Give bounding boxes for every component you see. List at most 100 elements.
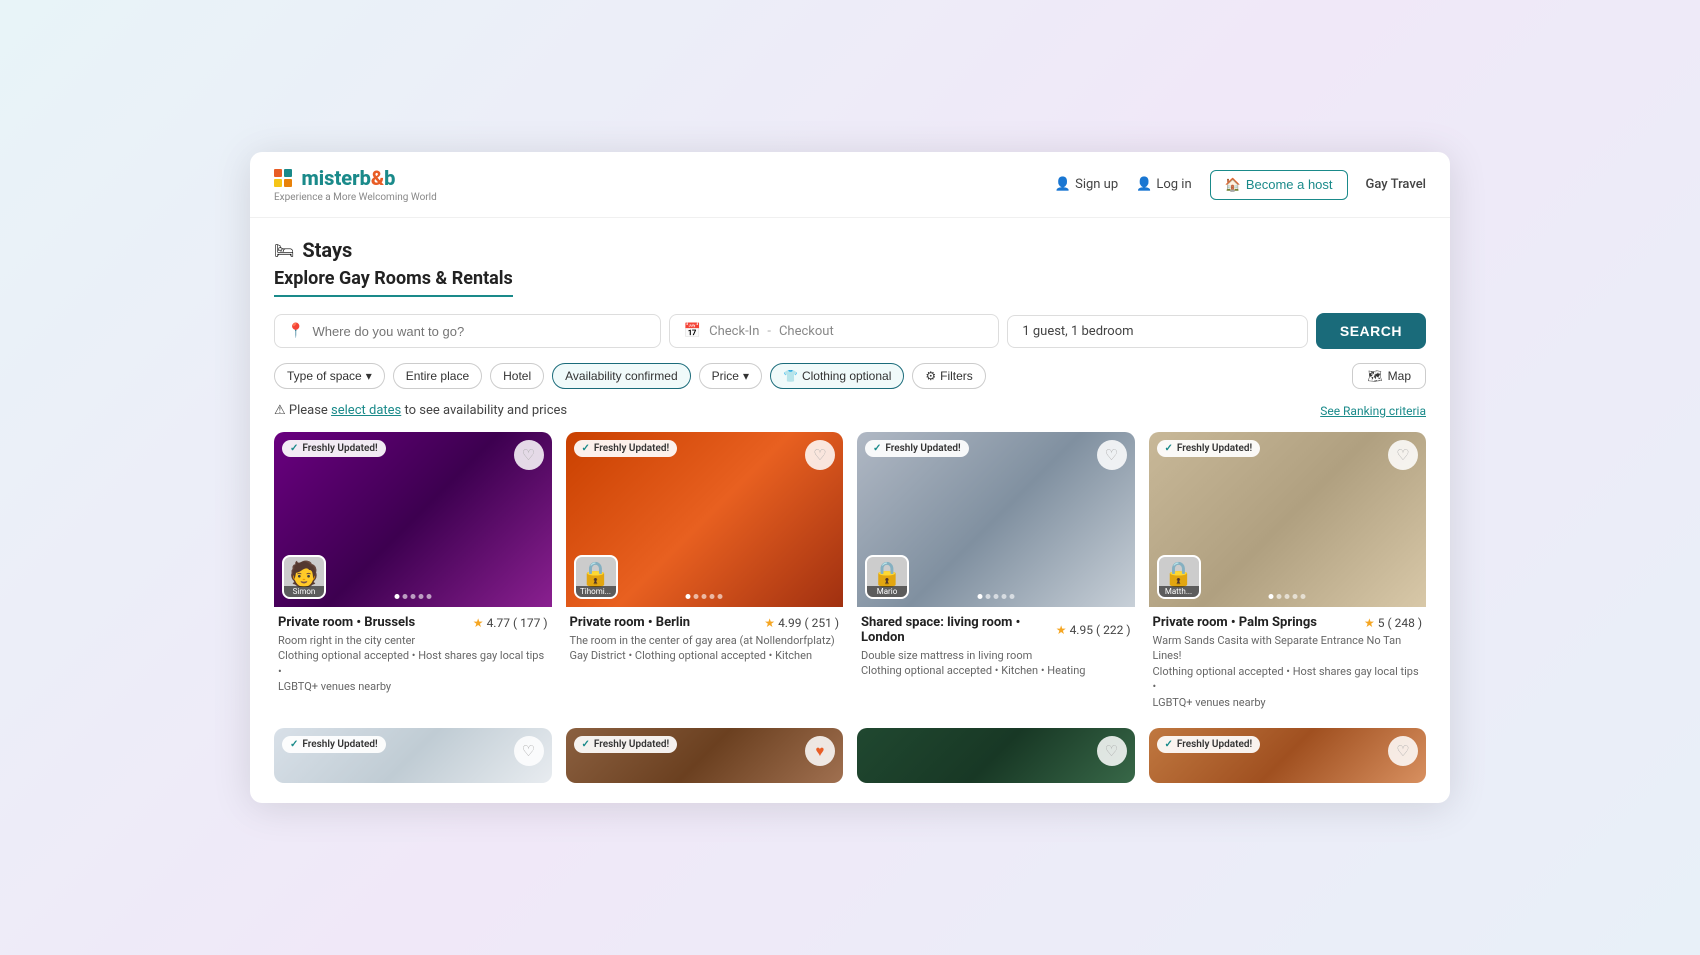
listing-desc-4: Warm Sands Casita with Separate Entrance… — [1153, 633, 1423, 710]
favorite-button-4[interactable]: ♡ — [1388, 440, 1418, 470]
listings-grid: ✓ Freshly Updated! ♡ 🧑 Simon Private roo… — [274, 432, 1426, 714]
logo-tagline: Experience a More Welcoming World — [274, 192, 437, 203]
page-title-area: 🛏 Stays — [274, 238, 1426, 262]
listing-desc-2: The room in the center of gay area (at N… — [570, 633, 840, 664]
freshly-updated-badge-6: ✓ Freshly Updated! — [574, 736, 678, 753]
clothing-optional-filter[interactable]: 👕 Clothing optional — [770, 363, 904, 389]
card-title-row-4: Private room • Palm Springs ★ 5 (248) — [1153, 615, 1423, 630]
listing-card-8[interactable]: ✓ Freshly Updated! ♡ — [1149, 728, 1427, 783]
listing-rating-4: ★ 5 (248) — [1364, 616, 1422, 630]
card-image-1: ✓ Freshly Updated! ♡ 🧑 Simon — [274, 432, 552, 607]
host-avatar-icon-2: 🔒 — [581, 562, 611, 586]
card-image-2: ✓ Freshly Updated! ♡ 🔒 Tihomi... — [566, 432, 844, 607]
listing-rating-2: ★ 4.99 (251) — [764, 616, 839, 630]
select-dates-link[interactable]: select dates — [331, 403, 401, 418]
refresh-icon: ✓ — [582, 443, 590, 454]
listing-title-2: Private room • Berlin — [570, 615, 691, 630]
host-avatar-icon-3: 🔒 — [872, 562, 902, 586]
location-input-wrap[interactable]: 📍 — [274, 314, 661, 348]
main-content: 🛏 Stays Explore Gay Rooms & Rentals 📍 📅 … — [250, 218, 1450, 803]
host-avatar-4: 🔒 Matth... — [1157, 555, 1201, 599]
search-bar: 📍 📅 Check-In - Checkout 1 guest, 1 bedro… — [274, 313, 1426, 349]
listing-card-3[interactable]: ✓ Freshly Updated! ♡ 🔒 Mario Shared spac… — [857, 432, 1135, 714]
checkin-label: Check-In — [709, 324, 759, 339]
location-icon: 📍 — [287, 323, 304, 339]
person-icon: 👤 — [1055, 177, 1071, 192]
ranking-criteria-link[interactable]: See Ranking criteria — [1320, 404, 1426, 418]
favorite-button-7[interactable]: ♡ — [1097, 736, 1127, 766]
alert-text: ⚠ Please select dates to see availabilit… — [274, 403, 567, 418]
header-nav: 👤 Sign up 👤 Log in 🏠 Become a host Gay T… — [1055, 170, 1426, 200]
date-input[interactable]: 📅 Check-In - Checkout — [669, 314, 1000, 348]
clothing-icon: 👕 — [783, 369, 798, 383]
chevron-down-icon: ▾ — [743, 369, 749, 383]
listing-card-1[interactable]: ✓ Freshly Updated! ♡ 🧑 Simon Private roo… — [274, 432, 552, 714]
section-subtitle: Explore Gay Rooms & Rentals — [274, 268, 1426, 313]
favorite-button-2[interactable]: ♡ — [805, 440, 835, 470]
gay-travel-link[interactable]: Gay Travel — [1366, 177, 1426, 192]
map-icon: 🗺 — [1367, 369, 1382, 383]
signup-link[interactable]: 👤 Sign up — [1055, 177, 1118, 192]
entire-place-filter[interactable]: Entire place — [393, 363, 482, 389]
guest-label: 1 guest, 1 bedroom — [1022, 324, 1133, 339]
logo-icon — [274, 169, 292, 187]
bed-icon: 🛏 — [274, 241, 294, 260]
become-host-button[interactable]: 🏠 Become a host — [1210, 170, 1348, 200]
location-input[interactable] — [312, 324, 647, 339]
listing-card-7[interactable]: ♡ — [857, 728, 1135, 783]
host-avatar-1: 🧑 Simon — [282, 555, 326, 599]
listing-card-4[interactable]: ✓ Freshly Updated! ♡ 🔒 Matth... Private … — [1149, 432, 1427, 714]
host-name-2: Tihomi... — [576, 586, 616, 597]
bottom-listings-grid: ✓ Freshly Updated! ♡ ✓ Freshly Updated! … — [274, 728, 1426, 783]
page-title: Stays — [302, 238, 352, 262]
listing-rating-1: ★ 4.77 (177) — [473, 616, 548, 630]
listing-card-2[interactable]: ✓ Freshly Updated! ♡ 🔒 Tihomi... Private… — [566, 432, 844, 714]
price-filter[interactable]: Price ▾ — [699, 363, 762, 389]
star-icon: ★ — [1056, 623, 1067, 637]
freshly-updated-badge-4: ✓ Freshly Updated! — [1157, 440, 1261, 457]
logo-brand: misterb&b — [302, 166, 396, 190]
host-avatar-3: 🔒 Mario — [865, 555, 909, 599]
listing-card-5[interactable]: ✓ Freshly Updated! ♡ — [274, 728, 552, 783]
listing-title-1: Private room • Brussels — [278, 615, 415, 630]
person-icon: 👤 — [1136, 177, 1152, 192]
favorite-button-8[interactable]: ♡ — [1388, 736, 1418, 766]
refresh-icon: ✓ — [873, 443, 881, 454]
image-dots-1 — [394, 594, 431, 599]
map-button[interactable]: 🗺 Map — [1352, 363, 1426, 389]
refresh-icon: ✓ — [582, 739, 590, 750]
listing-title-4: Private room • Palm Springs — [1153, 615, 1317, 630]
guest-input[interactable]: 1 guest, 1 bedroom — [1007, 315, 1308, 348]
logo-area: misterb&b Experience a More Welcoming Wo… — [274, 166, 437, 203]
hotel-filter[interactable]: Hotel — [490, 363, 544, 389]
checkout-label: Checkout — [779, 324, 834, 339]
refresh-icon: ✓ — [1165, 739, 1173, 750]
favorite-button-6[interactable]: ♥ — [805, 736, 835, 766]
listing-rating-3: ★ 4.95 (222) — [1056, 623, 1131, 637]
card-info-2: Private room • Berlin ★ 4.99 (251) The r… — [566, 607, 844, 668]
filter-row: Type of space ▾ Entire place Hotel Avail… — [274, 363, 1426, 389]
card-info-1: Private room • Brussels ★ 4.77 (177) Roo… — [274, 607, 552, 699]
sliders-icon: ⚙ — [925, 369, 936, 383]
home-icon: 🏠 — [1225, 177, 1241, 193]
availability-filter[interactable]: Availability confirmed — [552, 363, 691, 389]
calendar-icon: 📅 — [684, 323, 701, 339]
favorite-button-5[interactable]: ♡ — [514, 736, 544, 766]
alert-bar: ⚠ Please select dates to see availabilit… — [274, 403, 1426, 418]
star-icon: ★ — [473, 616, 484, 630]
card-title-row-2: Private room • Berlin ★ 4.99 (251) — [570, 615, 840, 630]
header: misterb&b Experience a More Welcoming Wo… — [250, 152, 1450, 218]
image-dots-4 — [1269, 594, 1306, 599]
login-link[interactable]: 👤 Log in — [1136, 177, 1191, 192]
type-space-filter[interactable]: Type of space ▾ — [274, 363, 385, 389]
filters-button[interactable]: ⚙ Filters — [912, 363, 985, 389]
chevron-down-icon: ▾ — [366, 369, 372, 383]
card-image-3: ✓ Freshly Updated! ♡ 🔒 Mario — [857, 432, 1135, 607]
card-info-3: Shared space: living room • London ★ 4.9… — [857, 607, 1135, 683]
favorite-button-3[interactable]: ♡ — [1097, 440, 1127, 470]
card-image-7: ♡ — [857, 728, 1135, 783]
listing-card-6[interactable]: ✓ Freshly Updated! ♥ — [566, 728, 844, 783]
search-button[interactable]: SEARCH — [1316, 313, 1426, 349]
favorite-button-1[interactable]: ♡ — [514, 440, 544, 470]
refresh-icon: ✓ — [1165, 443, 1173, 454]
